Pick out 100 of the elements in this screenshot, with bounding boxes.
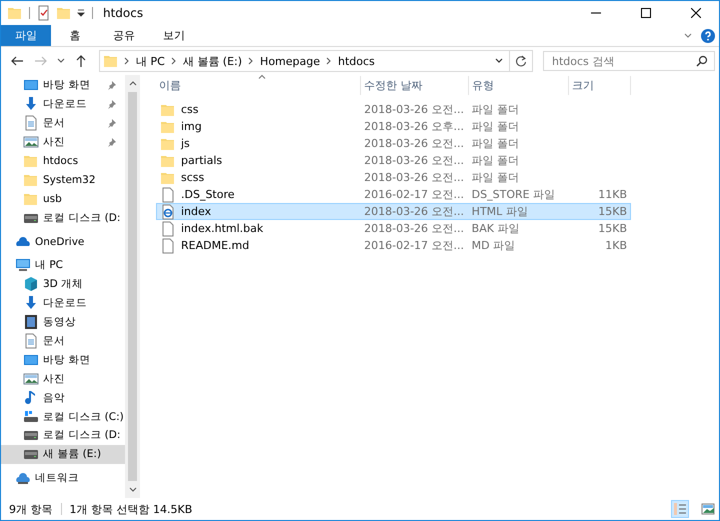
nav-item[interactable]: System32 — [1, 170, 125, 190]
back-arrow-icon — [10, 55, 24, 67]
table-cell-text: 15KB — [597, 222, 628, 235]
nav-item[interactable]: 로컬 디스크 (C:) — [1, 407, 125, 426]
ribbon-tab[interactable]: 공유 — [99, 25, 149, 46]
item-count: 9개 항목 — [9, 502, 52, 516]
table-cell-text: 15KB — [597, 205, 628, 218]
nav-item[interactable]: 네트워크 — [1, 468, 125, 488]
ribbon-tab[interactable]: 보기 — [149, 25, 199, 46]
search-field[interactable]: htdocs 검색 — [543, 51, 715, 71]
file-name: partials — [181, 154, 222, 167]
file-row[interactable]: index 2018-03-26 오전... HTML 파일 15KB — [156, 203, 631, 220]
table-cell-text: 2018-03-26 오전... — [363, 102, 466, 117]
nav-item[interactable]: OneDrive — [1, 232, 125, 252]
file-icon — [160, 238, 176, 254]
nav-item[interactable]: 문서 — [1, 114, 125, 133]
nav-item[interactable]: 3D 개체 — [1, 274, 125, 294]
cube-icon — [23, 276, 39, 292]
chevron-down-icon[interactable] — [128, 487, 136, 493]
search-icon — [696, 55, 708, 67]
nav-item[interactable]: 사진 — [1, 132, 125, 152]
help-icon[interactable] — [701, 28, 715, 42]
nav-item[interactable]: 동영상 — [1, 312, 125, 332]
column-header[interactable]: 유형 — [469, 76, 569, 95]
file-menu-button[interactable]: 파일 — [1, 25, 51, 46]
table-cell-text: 1KB — [604, 239, 628, 252]
table-cell-text: 2018-03-26 오전... — [363, 136, 466, 151]
chevron-down-icon — [57, 57, 65, 65]
table-cell-text: 파일 폴더 — [470, 119, 520, 134]
document-icon — [23, 115, 39, 132]
file-row[interactable]: README.md 2016-02-17 오전... MD 파일 1KB — [156, 237, 631, 254]
table-cell-text: 2018-03-26 오전... — [363, 170, 466, 185]
nav-item[interactable]: 내 PC — [1, 256, 125, 275]
pin-icon — [107, 137, 117, 148]
scrollbar-thumb[interactable] — [128, 92, 137, 481]
nav-item[interactable]: 새 볼륨 (E:) — [1, 444, 125, 464]
details-view-icon — [673, 502, 687, 516]
table-cell-text: DS_STORE 파일 — [470, 187, 556, 202]
chevron-right-icon — [124, 57, 130, 65]
network-icon — [15, 470, 31, 486]
table-cell-text: 파일 폴더 — [470, 170, 520, 185]
file-name: css — [181, 103, 199, 116]
breadcrumb-link[interactable]: 새 볼륨 (E:) — [182, 54, 244, 68]
file-row[interactable]: partials 2018-03-26 오전... 파일 폴더 — [156, 152, 631, 169]
file-row[interactable]: js 2018-03-26 오전... 파일 폴더 — [156, 135, 631, 152]
file-row[interactable]: img 2018-03-26 오후... 파일 폴더 — [156, 118, 631, 135]
file-row[interactable]: index.html.bak 2018-03-26 오전... BAK 파일 15KB — [156, 220, 631, 237]
pin-icon — [107, 80, 117, 90]
chevron-right-icon — [170, 57, 177, 65]
nav-item[interactable]: 문서 — [1, 332, 125, 350]
scrollbar[interactable] — [125, 75, 140, 498]
nav-item[interactable]: 다운로드 — [1, 94, 125, 114]
file-row[interactable]: scss 2018-03-26 오전... 파일 폴더 — [156, 169, 631, 186]
column-header[interactable]: 크기 — [569, 76, 631, 95]
breadcrumb-link[interactable]: 내 PC — [135, 54, 166, 68]
chevron-right-icon — [326, 57, 332, 65]
file-row[interactable]: .DS_Store 2016-02-17 오전... DS_STORE 파일 11KB — [156, 186, 631, 203]
forward-arrow-icon — [34, 55, 48, 67]
ribbon-tab[interactable]: 홈 — [51, 25, 99, 46]
table-cell-text: MD 파일 — [470, 238, 516, 253]
folder-icon — [23, 153, 39, 169]
nav-item[interactable]: 로컬 디스크 (D: — [1, 208, 125, 228]
film-icon — [23, 314, 39, 330]
pin-icon — [107, 118, 117, 128]
chevron-right-icon — [248, 57, 254, 65]
up-arrow-icon — [75, 54, 87, 68]
nav-item[interactable]: 다운로드 — [1, 294, 125, 313]
nav-item[interactable]: 음악 — [1, 388, 125, 408]
column-header[interactable]: 수정한 날짜 — [361, 76, 469, 95]
chevron-up-icon[interactable] — [128, 80, 136, 86]
table-cell-text: HTML 파일 — [470, 204, 529, 219]
nav-item[interactable]: 바탕 화면 — [1, 350, 125, 370]
file-row[interactable]: css 2018-03-26 오전... 파일 폴더 — [156, 101, 631, 118]
folder-icon — [103, 53, 119, 69]
file-name: index.html.bak — [181, 222, 264, 235]
file-name: README.md — [181, 239, 250, 252]
table-cell-text: 2018-03-26 오전... — [363, 153, 466, 168]
breadcrumb-link[interactable]: htdocs — [337, 54, 376, 68]
nav-item[interactable]: 로컬 디스크 (D: — [1, 426, 125, 445]
file-name: index — [181, 205, 212, 218]
nav-item[interactable]: 사진 — [1, 369, 125, 388]
table-cell-text: 2018-03-26 오전... — [363, 221, 466, 236]
nav-item[interactable]: 바탕 화면 — [1, 76, 125, 95]
table-cell-text: 11KB — [597, 188, 628, 201]
down-arrow-icon — [23, 295, 39, 312]
sort-up-icon — [258, 74, 266, 79]
column-header[interactable]: 이름 — [156, 76, 361, 95]
refresh-icon — [515, 55, 527, 67]
window-title: htdocs — [103, 6, 144, 20]
file-name: .DS_Store — [181, 188, 235, 201]
file-name: scss — [181, 171, 204, 184]
address-bar[interactable]: 내 PC 새 볼륨 (E:) Homepage htdocs — [99, 50, 533, 72]
breadcrumb-link[interactable]: Homepage — [259, 54, 322, 68]
maximize-icon — [641, 8, 651, 18]
nav-item[interactable]: usb — [1, 189, 125, 208]
computer-icon — [15, 257, 31, 274]
details-view-button[interactable] — [671, 500, 689, 518]
table-cell-text: 2018-03-26 오후... — [363, 119, 466, 134]
nav-item[interactable]: htdocs — [1, 152, 125, 170]
picture-icon — [23, 370, 39, 387]
